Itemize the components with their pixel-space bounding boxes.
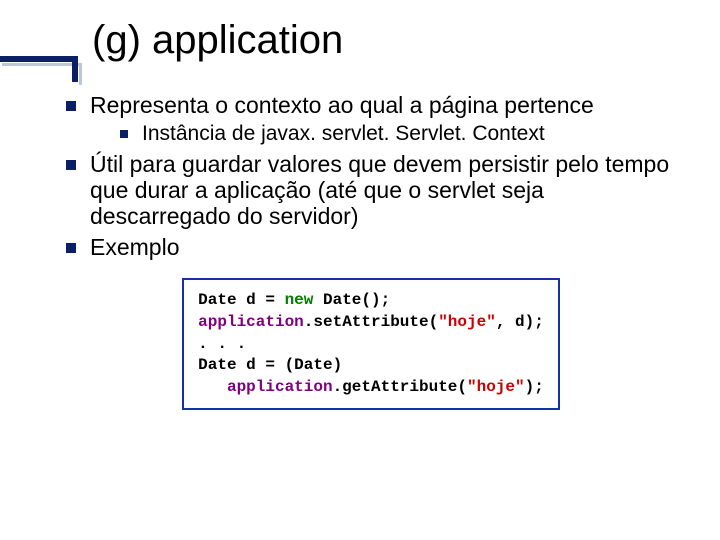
code-l2b: .setAttribute(	[304, 313, 438, 331]
bullet-1-sublist: Instância de javax. servlet. Servlet. Co…	[116, 122, 682, 146]
code-l1c: Date();	[313, 291, 390, 309]
code-l5d: );	[525, 378, 544, 396]
bullet-1-sub: Instância de javax. servlet. Servlet. Co…	[116, 122, 682, 146]
code-l5-string: "hoje"	[467, 378, 525, 396]
bullet-3: Exemplo	[60, 234, 682, 260]
code-l1a: Date d =	[198, 291, 284, 309]
bullet-1: Representa o contexto ao qual a página p…	[60, 92, 682, 147]
code-example-wrap: Date d = new Date(); application.setAttr…	[60, 278, 682, 410]
code-l2-object: application	[198, 313, 304, 331]
bullet-2-text: Útil para guardar valores que devem pers…	[90, 151, 669, 230]
bullet-1-text: Representa o contexto ao qual a página p…	[90, 92, 594, 118]
slide-title: (g) application	[0, 18, 720, 63]
code-l5b: .getAttribute(	[333, 378, 467, 396]
slide: (g) application Representa o contexto ao…	[0, 0, 720, 540]
code-l2-string: "hoje"	[438, 313, 496, 331]
title-area: (g) application	[0, 0, 720, 88]
title-decor-shadow-v	[79, 63, 82, 85]
code-example: Date d = new Date(); application.setAttr…	[182, 278, 560, 410]
title-decor-bar-h	[0, 56, 78, 62]
bullet-2: Útil para guardar valores que devem pers…	[60, 151, 682, 230]
title-decor-bar-v	[72, 56, 78, 82]
code-l3: . . .	[198, 335, 246, 353]
code-l5-object: application	[198, 378, 332, 396]
bullet-3-text: Exemplo	[90, 234, 179, 260]
bullet-1-sub-text: Instância de javax. servlet. Servlet. Co…	[142, 122, 545, 145]
code-l1-keyword: new	[285, 291, 314, 309]
title-decor-shadow-h	[2, 63, 80, 66]
bullet-list: Representa o contexto ao qual a página p…	[60, 92, 682, 260]
code-l2d: , d);	[496, 313, 544, 331]
slide-body: Representa o contexto ao qual a página p…	[0, 88, 720, 410]
code-l4: Date d = (Date)	[198, 356, 342, 374]
